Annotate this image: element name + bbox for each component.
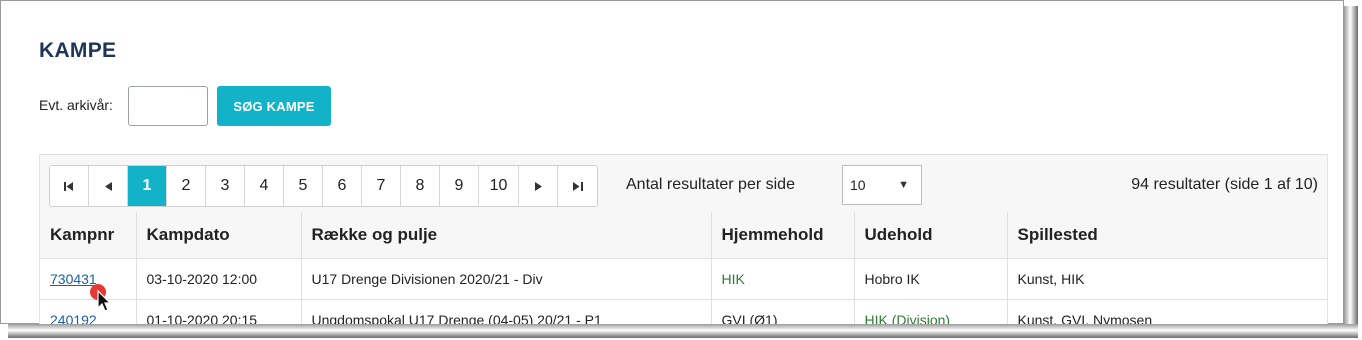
table-row: 240192 01-10-2020 20:15 Ungdomspokal U17…: [40, 299, 1327, 325]
page-7-button[interactable]: 7: [362, 166, 401, 206]
page-4-button[interactable]: 4: [245, 166, 284, 206]
previous-page-icon: [104, 181, 112, 191]
search-games-button[interactable]: SØG KAMPE: [217, 86, 331, 126]
previous-page-button[interactable]: [89, 166, 128, 206]
cell-udehold: HIK (Division): [854, 299, 1008, 325]
page-1-button[interactable]: 1: [128, 166, 167, 206]
first-page-icon: [64, 181, 73, 191]
table-row: 730431 03-10-2020 12:00 U17 Drenge Divis…: [40, 258, 1327, 300]
archive-year-label: Evt. arkivår:: [39, 97, 113, 113]
table-header-row: Kampnr Kampdato Række og pulje Hjemmehol…: [40, 212, 1327, 259]
results-per-page-select[interactable]: 10 ▼: [842, 165, 922, 205]
cell-raekke: U17 Drenge Divisionen 2020/21 - Div: [301, 258, 712, 300]
cell-raekke: Ungdomspokal U17 Drenge (04-05) 20/21 - …: [301, 299, 712, 325]
page-10-button[interactable]: 10: [479, 166, 519, 206]
cell-spillested: Kunst, HIK: [1007, 258, 1327, 300]
page-2-button[interactable]: 2: [167, 166, 206, 206]
result-summary: 94 resultater (side 1 af 10): [1131, 176, 1318, 193]
chevron-down-icon: ▼: [898, 179, 909, 191]
column-header-raekke[interactable]: Række og pulje: [301, 212, 712, 259]
cell-spillested: Kunst, GVI. Nymosen: [1007, 299, 1327, 325]
last-page-icon: [572, 181, 583, 191]
frame-shadow-right: [1344, 6, 1358, 332]
cell-hjemmehold: GVI (Ø1): [711, 299, 855, 325]
pagination: 1 2 3 4 5 6 7 8 9 10: [49, 165, 598, 207]
screenshot-frame: KAMPE Evt. arkivår: SØG KAMPE 1 2 3 4 5 …: [0, 0, 1344, 325]
column-header-hjemmehold[interactable]: Hjemmehold: [711, 212, 855, 259]
column-header-kampdato[interactable]: Kampdato: [136, 212, 302, 259]
page-6-button[interactable]: 6: [323, 166, 362, 206]
archive-year-input[interactable]: [128, 86, 208, 126]
cell-kampdato: 01-10-2020 20:15: [136, 299, 302, 325]
page-3-button[interactable]: 3: [206, 166, 245, 206]
results-per-page-label: Antal resultater per side: [626, 176, 795, 193]
column-header-spillested[interactable]: Spillested: [1007, 212, 1327, 259]
column-header-kampnr[interactable]: Kampnr: [40, 212, 137, 259]
next-page-icon: [534, 181, 542, 191]
next-page-button[interactable]: [519, 166, 558, 206]
page-title: KAMPE: [39, 39, 117, 62]
frame-shadow-bottom: [8, 324, 1358, 338]
page-5-button[interactable]: 5: [284, 166, 323, 206]
column-header-udehold[interactable]: Udehold: [854, 212, 1008, 259]
results-per-page-value: 10: [850, 177, 866, 193]
first-page-button[interactable]: [50, 166, 89, 206]
page-8-button[interactable]: 8: [401, 166, 440, 206]
cell-hjemmehold: HIK: [711, 258, 855, 300]
cell-udehold: Hobro IK: [854, 258, 1008, 300]
last-page-button[interactable]: [558, 166, 597, 206]
games-table: Kampnr Kampdato Række og pulje Hjemmehol…: [40, 212, 1327, 325]
cell-kampdato: 03-10-2020 12:00: [136, 258, 302, 300]
page-9-button[interactable]: 9: [440, 166, 479, 206]
cell-kampnr: 730431: [40, 258, 137, 300]
cell-kampnr: 240192: [40, 299, 137, 325]
results-panel: 1 2 3 4 5 6 7 8 9 10 Antal resultater pe…: [39, 154, 1328, 325]
match-number-link[interactable]: 730431: [50, 271, 97, 287]
